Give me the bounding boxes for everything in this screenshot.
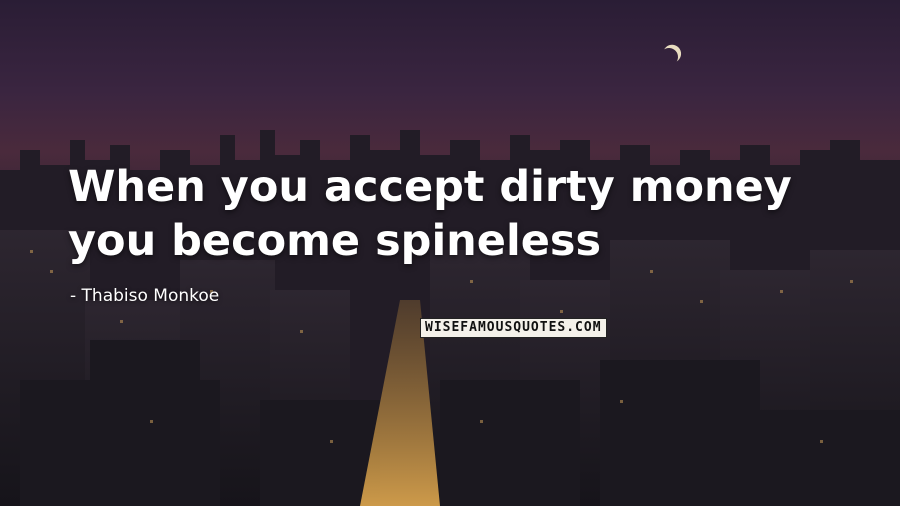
watermark-logo: WISEFAMOUSQUOTES.COM <box>420 318 607 338</box>
quote-text: When you accept dirty money you become s… <box>68 162 792 266</box>
quote-image: When you accept dirty money you become s… <box>0 0 900 506</box>
quote-author: - Thabiso Monkoe <box>70 286 220 306</box>
